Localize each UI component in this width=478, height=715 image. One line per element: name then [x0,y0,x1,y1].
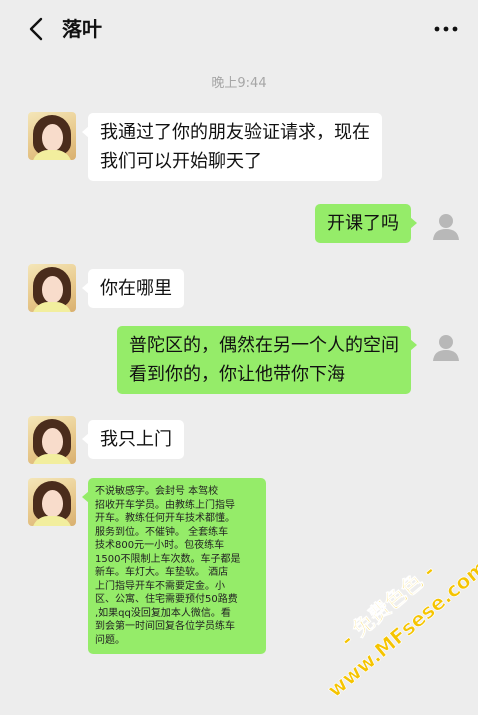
more-dots-icon [434,26,458,32]
message-text: 区、公寓、住宅需要预付50路费 [95,594,238,605]
watermark-line-1: - 免费色色 - [336,559,440,652]
message-text: 服务到位。不催钟。 全套练车 [95,526,229,538]
more-button[interactable] [428,14,464,44]
message-text: 你在哪里 [100,278,172,299]
message-text: 我们可以开始聊天了 [100,151,262,172]
message-text: 问题。 [95,634,125,646]
chat-header: 落叶 [0,0,478,58]
message-text: 看到你的，你让他带你下海 [129,364,345,385]
watermark-line-2: www.MFsese.com [323,555,478,702]
message-bubble-received[interactable]: 不说敏感字。会封号 本驾校 招收开车学员。由教练上门指导 开车。教练任何开车技术… [82,478,266,654]
message-bubble-received[interactable]: 我只上门 [82,420,184,459]
message-bubble-sent[interactable]: 开课了吗 [315,204,417,243]
message-bubble-sent[interactable]: 普陀区的，偶然在另一个人的空间 看到你的，你让他带你下海 [117,326,417,394]
message-text: 我通过了你的朋友验证请求，现在 [100,122,370,143]
message-text: ,如果qq没回复加本人微信。看 [95,607,231,619]
chevron-left-icon [29,17,43,41]
message-text: 新车。车灯大。车垫软。 酒店 [95,567,229,578]
message-text: 不说敏感字。会封号 本驾校 [95,486,219,497]
message-text: 我只上门 [100,429,172,450]
back-button[interactable] [22,14,52,44]
message-text: 上门指导开车不需要定金。小 [95,580,225,592]
message-text: 招收开车学员。由教练上门指导 [95,499,235,511]
message-text: 技术800元一小时。包夜练车 [95,540,225,551]
watermark: - 免费色色 - www.MFsese.com [322,555,478,703]
message-text: 到会第一时间回复各位学员练车 [95,621,235,632]
chat-screen: 落叶 晚上9:44 我通过了你的朋友验证请求，现在 我们可以开始聊天了 开课了吗… [0,0,478,715]
message-timestamp: 晚上9:44 [211,76,267,91]
chat-title: 落叶 [62,17,102,41]
contact-avatar[interactable] [28,478,76,526]
contact-avatar[interactable] [28,264,76,312]
message-text: 1500不限制上车次数。车子都是 [95,553,241,565]
my-avatar[interactable] [426,328,466,368]
default-user-icon [433,335,459,361]
contact-avatar[interactable] [28,416,76,464]
message-text: 普陀区的，偶然在另一个人的空间 [129,335,399,356]
message-text: 开课了吗 [327,213,399,234]
message-text: 开车。教练任何开车技术都懂。 [95,513,235,524]
contact-avatar[interactable] [28,112,76,160]
default-user-icon [433,214,459,240]
message-bubble-received[interactable]: 你在哪里 [82,269,184,308]
message-bubble-received[interactable]: 我通过了你的朋友验证请求，现在 我们可以开始聊天了 [82,113,382,181]
my-avatar[interactable] [426,207,466,247]
